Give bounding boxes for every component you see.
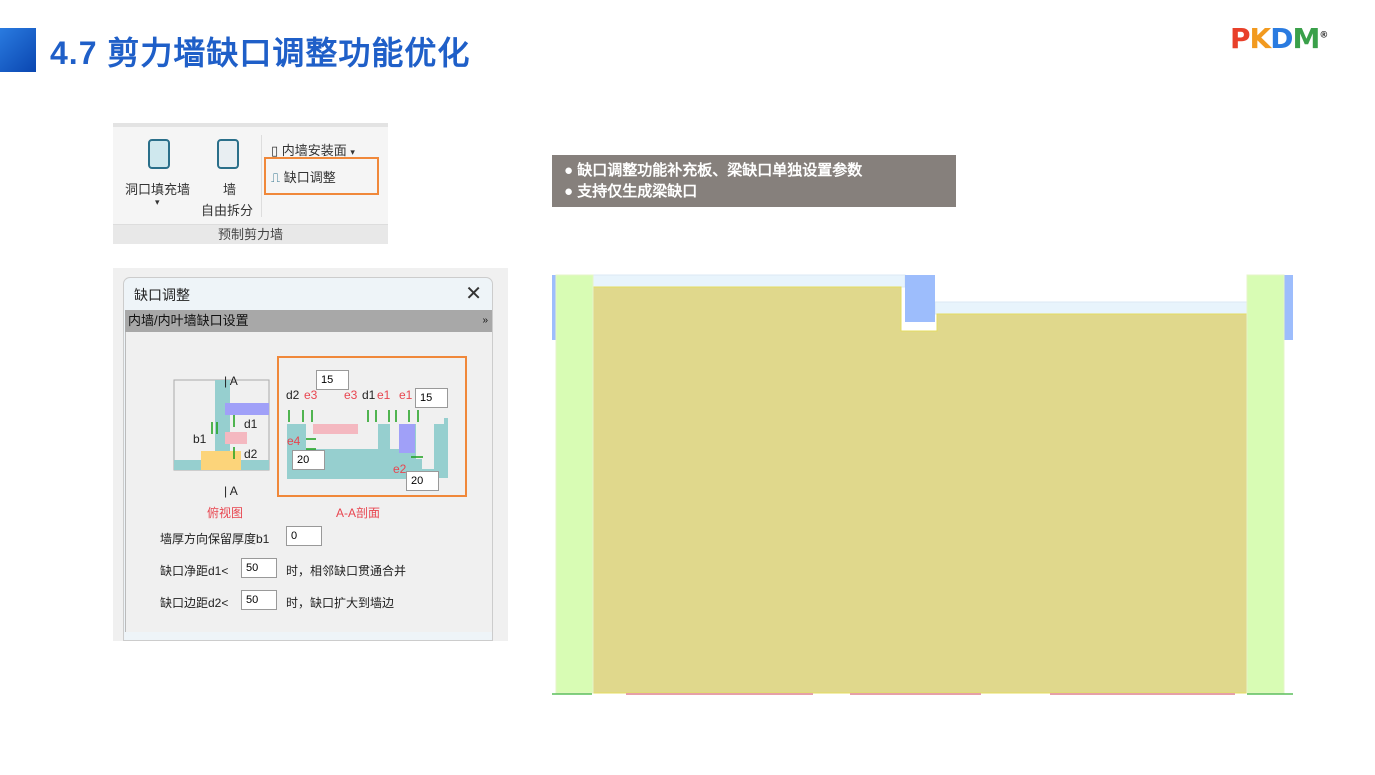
ribbon-group-label: 预制剪力墙: [113, 224, 388, 244]
section-header[interactable]: 内墙/内叶墙缺口设置 »: [125, 310, 492, 332]
close-icon[interactable]: ✕: [465, 281, 482, 306]
sec-e1a: e1: [377, 388, 391, 402]
slab-right: [934, 301, 1248, 315]
notch-icon: ⎍: [271, 170, 281, 185]
notch-adjust-label: 缺口调整: [283, 170, 336, 185]
title-accent-bar: [0, 28, 36, 72]
plan-d1: d1: [244, 417, 258, 431]
plan-a-bottom: | A: [224, 484, 238, 498]
section-caption: A-A剖面: [336, 506, 381, 520]
e1-input[interactable]: [415, 388, 448, 408]
split-wall-button[interactable]: 墙: [223, 179, 236, 198]
dialog-body: | A | A d1 d2 b1 俯视图 d2 e3 e3 d1 e1 e1 e…: [125, 332, 492, 632]
ribbon-panel: 洞口填充墙 ▾ 墙 自由拆分 ▯ 内墙安装面 ▾ ⎍ 缺口调整 预制剪力墙: [113, 123, 388, 244]
e4-input[interactable]: [292, 450, 325, 470]
feature-bullets: ● 缺口调整功能补充板、梁缺口单独设置参数 ● 支持仅生成梁缺口: [552, 155, 956, 207]
notch-adjust-button[interactable]: ⎍ 缺口调整: [271, 167, 336, 186]
sec-d1: d1: [362, 388, 376, 402]
ribbon-divider: [261, 135, 262, 217]
inner-wall-face-label: 内墙安装面: [281, 143, 347, 158]
sec-e4: e4: [287, 434, 301, 448]
bullet-item: ● 缺口调整功能补充板、梁缺口单独设置参数: [564, 162, 863, 179]
wall-notch-drawing: [552, 274, 1293, 695]
d1-input[interactable]: [241, 558, 277, 578]
fill-wall-dropdown[interactable]: ▾: [155, 197, 160, 208]
wall-panel: [592, 286, 1248, 694]
fill-wall-button[interactable]: 洞口填充墙: [125, 179, 190, 198]
plan-caption: 俯视图: [207, 506, 244, 520]
notch-diagram: [173, 356, 467, 497]
sec-e1b: e1: [399, 388, 413, 402]
page-title: 4.7 剪力墙缺口调整功能优化: [50, 35, 471, 71]
pkpm-logo: PKDM®: [1230, 22, 1328, 55]
b1-label: 墙厚方向保留厚度b1: [160, 532, 270, 546]
bullet-item: ● 支持仅生成梁缺口: [564, 183, 698, 200]
split-wall-button-line2[interactable]: 自由拆分: [201, 200, 253, 219]
d2-input[interactable]: [241, 590, 277, 610]
sec-e3b: e3: [344, 388, 358, 402]
d2-label: 缺口边距d2<: [160, 596, 229, 610]
column-left: [555, 274, 594, 694]
slab-left: [592, 274, 906, 288]
e2-input[interactable]: [406, 471, 439, 491]
beam-left: [552, 275, 556, 340]
e3-input[interactable]: [316, 370, 349, 390]
notch-adjust-dialog: 缺口调整 ✕ 内墙/内叶墙缺口设置 » | A | A d1 d2 b1 俯视图 …: [113, 268, 508, 641]
d1-label: 缺口净距d1<: [160, 564, 229, 578]
sec-d2: d2: [286, 388, 300, 402]
fill-wall-icon: [148, 139, 170, 169]
dialog-title: 缺口调整: [134, 287, 190, 303]
plan-b1: b1: [193, 432, 207, 446]
collapse-icon[interactable]: »: [482, 310, 488, 332]
beam-right: [1284, 275, 1293, 340]
column-right: [1246, 274, 1285, 694]
d1-suffix: 时，相邻缺口贯通合并: [286, 564, 407, 578]
d2-suffix: 时，缺口扩大到墙边: [286, 596, 395, 610]
section-title: 内墙/内叶墙缺口设置: [128, 313, 249, 328]
plan-d2: d2: [244, 447, 258, 461]
sec-e3a: e3: [304, 388, 318, 402]
b1-input[interactable]: [286, 526, 322, 546]
sec-e2: e2: [393, 462, 407, 476]
beam-notch: [905, 275, 935, 322]
plan-a-top: | A: [224, 374, 238, 388]
split-wall-icon: [217, 139, 239, 169]
